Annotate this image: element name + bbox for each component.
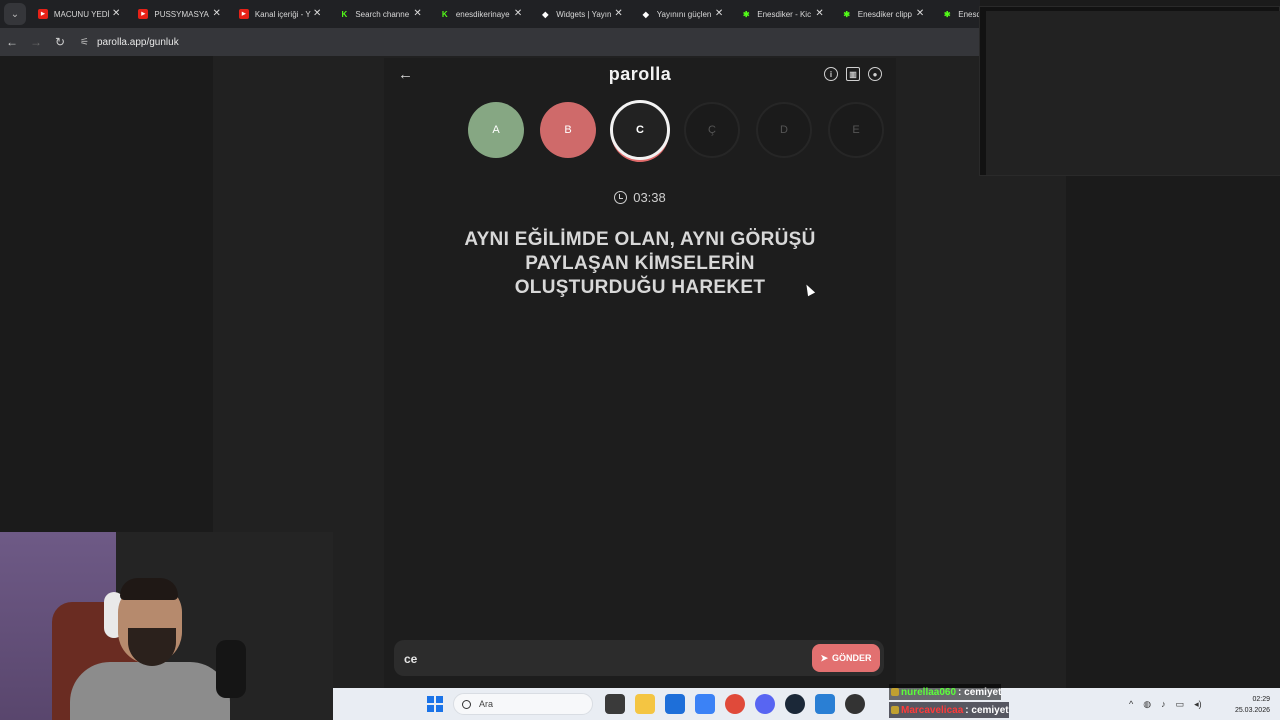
task-view-icon[interactable] bbox=[605, 694, 625, 714]
browser-tab[interactable]: K enesdikerinaye ✕ bbox=[432, 0, 532, 28]
question-text: AYNI EĞİLİMDE OLAN, AYNI GÖRÜŞÜ PAYLAŞAN… bbox=[464, 229, 816, 298]
taskbar-search[interactable]: Ara bbox=[453, 693, 593, 715]
overlay-content bbox=[986, 11, 1280, 175]
badge-icon bbox=[891, 688, 899, 696]
discord-icon[interactable] bbox=[755, 694, 775, 714]
youtube-icon: ▶ bbox=[138, 9, 149, 19]
chevron-up-icon[interactable]: ^ bbox=[1129, 699, 1133, 710]
store-icon[interactable] bbox=[665, 694, 685, 714]
kick-icon: K bbox=[341, 9, 348, 19]
browser-tab-bar: ⌄ ▶ MACUNU YEDİ ✕ ▶ PUSSYMASYA ✕ ▶ Kanal… bbox=[0, 0, 980, 28]
browser-toolbar: ← → ↻ ⚟ parolla.app/gunluk bbox=[0, 28, 980, 56]
steam-icon[interactable] bbox=[785, 694, 805, 714]
timer-value: 03:38 bbox=[633, 190, 666, 205]
forward-icon[interactable]: → bbox=[24, 35, 48, 49]
microphone bbox=[216, 640, 246, 698]
letter-circle-d: D bbox=[756, 102, 812, 158]
letter-circle-a: A bbox=[468, 102, 524, 158]
close-tab-icon[interactable]: ✕ bbox=[112, 8, 120, 19]
microphone-tray-icon[interactable]: ♪ bbox=[1161, 699, 1166, 710]
app-brand: parolla bbox=[608, 64, 672, 84]
browser-tab[interactable]: ▶ MACUNU YEDİ ✕ bbox=[30, 0, 130, 28]
stats-icon[interactable]: ▥ bbox=[846, 67, 860, 81]
badge-icon bbox=[891, 706, 899, 714]
browser-tab[interactable]: ▶ PUSSYMASYA ✕ bbox=[130, 0, 230, 28]
network-icon[interactable]: ◍ bbox=[1143, 699, 1151, 710]
close-tab-icon[interactable]: ✕ bbox=[413, 8, 421, 19]
browser-tab[interactable]: K Search channe ✕ bbox=[331, 0, 431, 28]
timer: 03:38 bbox=[384, 190, 896, 205]
letter-circle-c: C bbox=[610, 100, 670, 160]
profile-icon[interactable]: ● bbox=[868, 67, 882, 81]
send-icon: ➤ bbox=[820, 652, 829, 663]
search-icon bbox=[462, 699, 471, 709]
browser-tab[interactable]: ✱ Enesdi bbox=[934, 0, 980, 28]
file-explorer-icon[interactable] bbox=[635, 694, 655, 714]
kick-icon: ✱ bbox=[843, 9, 851, 19]
app-header: ← parolla i ▥ ● bbox=[384, 58, 896, 92]
right-background bbox=[1066, 176, 1280, 688]
browser-tab[interactable]: ◆ Yayınını güçlen ✕ bbox=[633, 0, 733, 28]
browser-tab[interactable]: ▶ Kanal içeriği - Y ✕ bbox=[231, 0, 331, 28]
webcam-person-body bbox=[70, 662, 230, 720]
letter-circle-b: B bbox=[540, 102, 596, 158]
send-button[interactable]: ➤ GÖNDER bbox=[812, 644, 880, 672]
stream-chat: nurellaa060 : cemiyet Marcavelicaa : cem… bbox=[889, 682, 1059, 720]
left-background bbox=[0, 56, 213, 532]
display-icon[interactable]: ▭ bbox=[1176, 699, 1185, 710]
close-tab-icon[interactable]: ✕ bbox=[514, 8, 522, 19]
close-tab-icon[interactable]: ✕ bbox=[815, 8, 823, 19]
diamond-icon: ◆ bbox=[642, 9, 649, 19]
close-tab-icon[interactable]: ✕ bbox=[916, 8, 924, 19]
close-tab-icon[interactable]: ✕ bbox=[614, 8, 622, 19]
site-settings-icon[interactable]: ⚟ bbox=[80, 37, 89, 48]
close-tab-icon[interactable]: ✕ bbox=[715, 8, 723, 19]
address-bar[interactable]: ⚟ parolla.app/gunluk bbox=[80, 37, 179, 48]
taskbar-apps bbox=[605, 694, 865, 714]
overlay-window bbox=[979, 6, 1280, 176]
answer-bar: ➤ GÖNDER bbox=[394, 640, 884, 676]
reload-icon[interactable]: ↻ bbox=[48, 35, 72, 49]
youtube-studio-icon: ▶ bbox=[238, 9, 249, 19]
outlook-icon[interactable] bbox=[695, 694, 715, 714]
obs-icon[interactable] bbox=[845, 694, 865, 714]
chat-message: Marcavelicaa : cemiyet bbox=[889, 702, 1009, 718]
header-icons: i ▥ ● bbox=[824, 67, 882, 81]
tab-search-menu-icon[interactable]: ⌄ bbox=[4, 3, 26, 25]
youtube-icon: ▶ bbox=[37, 9, 48, 19]
system-tray: ^ ◍ ♪ ▭ ◂) 02:29 25.03.2026 bbox=[1125, 688, 1280, 720]
browser-tab[interactable]: ✱ Enesdiker - Kic ✕ bbox=[733, 0, 833, 28]
chrome-icon[interactable] bbox=[725, 694, 745, 714]
webcam-person-hair bbox=[120, 578, 178, 600]
back-icon[interactable]: ← bbox=[0, 35, 24, 49]
close-tab-icon[interactable]: ✕ bbox=[313, 8, 321, 19]
url-text: parolla.app/gunluk bbox=[96, 36, 179, 48]
volume-icon[interactable]: ◂) bbox=[1194, 699, 1202, 710]
parolla-app: ← parolla i ▥ ● A B C Ç D E 03:38 AYNI E… bbox=[384, 58, 896, 688]
webcam-overlay bbox=[0, 532, 333, 720]
letter-circle-e: E bbox=[828, 102, 884, 158]
close-tab-icon[interactable]: ✕ bbox=[212, 8, 220, 19]
info-icon[interactable]: i bbox=[824, 67, 838, 81]
clock-icon bbox=[614, 191, 628, 204]
diamond-icon: ◆ bbox=[542, 9, 549, 19]
letter-circle-c-cedilla: Ç bbox=[684, 102, 740, 158]
windows-start-icon[interactable] bbox=[427, 696, 443, 712]
letter-track: A B C Ç D E bbox=[468, 100, 888, 162]
tray-icons: ^ ◍ ♪ ▭ ◂) bbox=[1129, 699, 1202, 710]
chat-message: nurellaa060 : cemiyet bbox=[889, 684, 1002, 700]
browser-tab[interactable]: ✱ Enesdiker clipp ✕ bbox=[834, 0, 934, 28]
notes-icon[interactable] bbox=[815, 694, 835, 714]
system-clock[interactable]: 02:29 25.03.2026 bbox=[1235, 694, 1270, 716]
browser-tab[interactable]: ◆ Widgets | Yayın ✕ bbox=[532, 0, 632, 28]
answer-input[interactable] bbox=[404, 650, 784, 668]
kick-icon: ✱ bbox=[943, 9, 951, 19]
kick-icon: ✱ bbox=[742, 9, 750, 19]
kick-icon: K bbox=[441, 9, 448, 19]
